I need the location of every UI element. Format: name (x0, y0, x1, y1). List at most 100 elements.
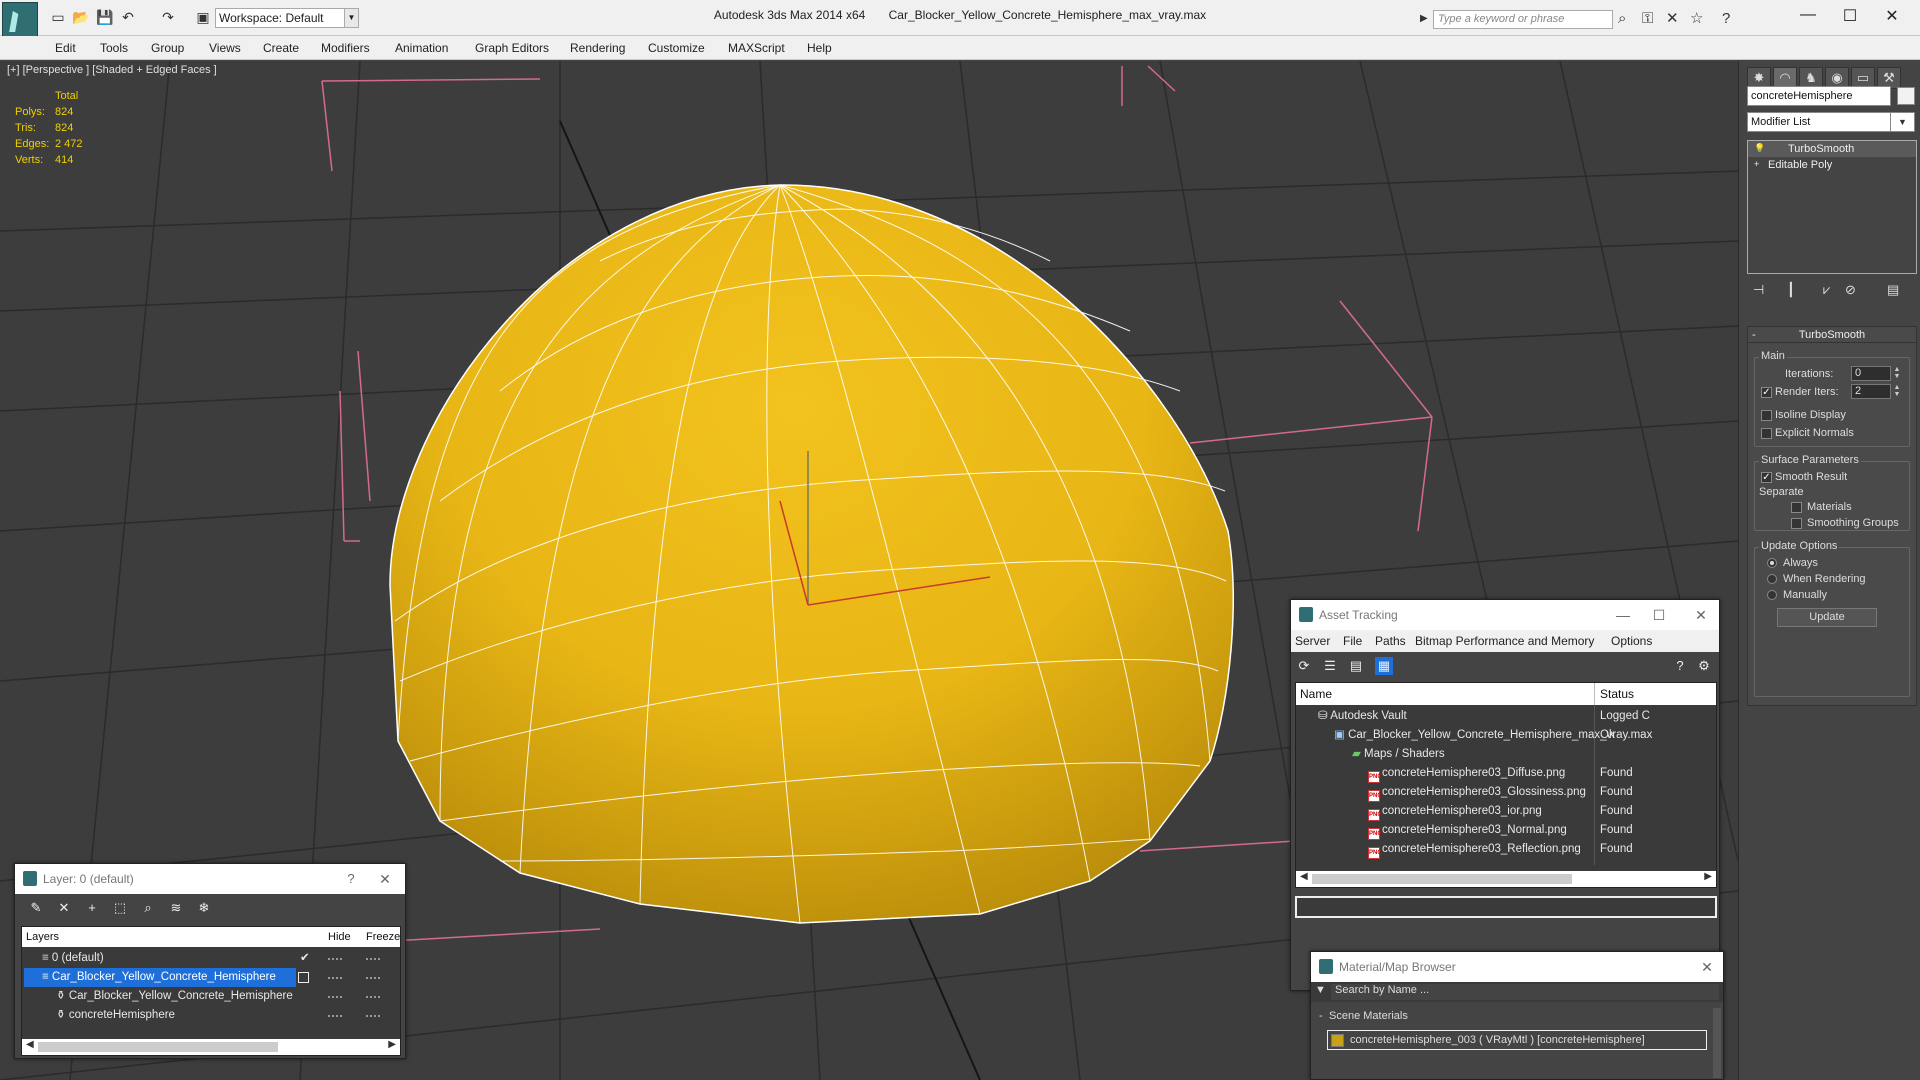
current-layer-check-icon[interactable]: ✔ (300, 949, 310, 968)
key-icon[interactable]: ⚿ (1642, 11, 1653, 27)
maximize-icon[interactable]: ☐ (1641, 600, 1677, 630)
add-to-layer-icon[interactable]: + (83, 899, 101, 917)
menu-group[interactable]: Group (151, 41, 184, 55)
communication-icon[interactable]: ✕ (1666, 11, 1679, 27)
smoothing-groups-checkbox[interactable] (1791, 518, 1802, 529)
hide-toggle[interactable] (328, 1015, 342, 1017)
scrollbar-thumb[interactable] (38, 1042, 278, 1052)
smooth-result-checkbox[interactable]: ✓ (1761, 472, 1772, 483)
table-row[interactable]: PNGconcreteHemisphere03_Diffuse.png Foun… (1296, 764, 1716, 783)
save-icon[interactable]: 💾 (96, 9, 113, 25)
table-row[interactable]: PNGconcreteHemisphere03_ior.png Found (1296, 802, 1716, 821)
menu-create[interactable]: Create (263, 41, 299, 55)
table-row[interactable]: ▰ Maps / Shaders (1296, 745, 1716, 764)
select-in-layer-icon[interactable]: ⬚ (111, 899, 129, 917)
update-button[interactable]: Update (1777, 608, 1877, 627)
table-row[interactable]: PNGconcreteHemisphere03_Reflection.png F… (1296, 840, 1716, 859)
menu-modifiers[interactable]: Modifiers (321, 41, 370, 55)
freeze-toggle[interactable] (366, 1015, 380, 1017)
spinner-arrows-icon[interactable]: ▲ ▼ (1893, 384, 1901, 399)
help-icon[interactable]: ? (1671, 657, 1689, 675)
freeze-toggle[interactable] (366, 958, 380, 960)
expand-plus-icon[interactable]: + (1754, 160, 1763, 169)
freeze-toggle[interactable] (366, 996, 380, 998)
modifier-list-dropdown[interactable]: Modifier List (1747, 112, 1891, 132)
new-layer-icon[interactable]: ✎ (27, 899, 45, 917)
column-hide[interactable]: Hide (328, 931, 351, 943)
horizontal-scrollbar[interactable]: ◀ ▶ (1296, 871, 1716, 887)
stack-item-turbosmooth[interactable]: 💡 TurboSmooth (1748, 141, 1916, 157)
dialog-title-bar[interactable]: Layer: 0 (default) ? ✕ (15, 864, 405, 894)
explicit-normals-checkbox[interactable] (1761, 428, 1772, 439)
remove-modifier-icon[interactable]: ⊘ (1845, 282, 1856, 298)
project-folder-icon[interactable]: ▣ (195, 9, 211, 25)
binoculars-icon[interactable]: ⌕ (1618, 11, 1626, 27)
column-layers[interactable]: Layers (26, 931, 59, 943)
menu-edit[interactable]: Edit (55, 41, 76, 55)
object-name-field[interactable]: concreteHemisphere (1747, 86, 1891, 106)
scrollbar-thumb[interactable] (1312, 874, 1572, 884)
horizontal-scrollbar[interactable]: ◀ ▶ (22, 1039, 400, 1055)
object-color-swatch[interactable] (1897, 87, 1915, 105)
show-end-result-icon[interactable]: ┃ (1787, 282, 1795, 298)
table-row[interactable]: PNGconcreteHemisphere03_Glossiness.png F… (1296, 783, 1716, 802)
menu-graph-editors[interactable]: Graph Editors (475, 41, 549, 55)
material-item[interactable]: concreteHemisphere_003 ( VRayMtl ) [conc… (1327, 1030, 1707, 1050)
menu-server[interactable]: Server (1295, 634, 1330, 648)
workspace-dropdown[interactable]: Workspace: Default (215, 8, 345, 28)
table-row[interactable]: PNGconcreteHemisphere03_Normal.png Found (1296, 821, 1716, 840)
table-view-icon[interactable]: ▦ (1375, 657, 1393, 675)
menu-maxscript[interactable]: MAXScript (728, 41, 785, 55)
hide-all-layers-icon[interactable]: ≋ (167, 899, 185, 917)
search-input[interactable]: Search by Name ... (1331, 984, 1719, 1000)
scroll-right-icon[interactable]: ▶ (1704, 871, 1712, 882)
table-row[interactable]: ⚱ Car_Blocker_Yellow_Concrete_Hemisphere (22, 987, 400, 1006)
list-view-icon[interactable]: ☰ (1321, 657, 1339, 675)
pin-stack-icon[interactable]: ⊣ (1753, 282, 1764, 298)
close-icon[interactable]: ✕ (1689, 952, 1725, 982)
redo-icon[interactable]: ↷ (160, 9, 176, 25)
highlight-layer-icon[interactable]: ⌕ (139, 899, 157, 917)
table-row[interactable]: ⚱ concreteHemisphere (22, 1006, 400, 1025)
settings-help-icon[interactable]: ⚙ (1695, 657, 1713, 675)
thumbnail-view-icon[interactable]: ▤ (1347, 657, 1365, 675)
menu-rendering[interactable]: Rendering (570, 41, 625, 55)
perspective-viewport[interactable]: [+] [Perspective ] [Shaded + Edged Faces… (0, 61, 1738, 1080)
app-menu-button[interactable] (2, 2, 38, 40)
column-status[interactable]: Status (1600, 687, 1634, 701)
refresh-icon[interactable]: ⟳ (1295, 657, 1313, 675)
hide-toggle[interactable] (328, 996, 342, 998)
hide-toggle[interactable] (328, 977, 342, 979)
menu-customize[interactable]: Customize (648, 41, 705, 55)
favorites-star-icon[interactable]: ☆ (1690, 11, 1703, 27)
set-current-layer-box[interactable] (298, 972, 309, 983)
undo-icon[interactable]: ↶ (120, 9, 136, 25)
minimize-icon[interactable]: — (1605, 600, 1641, 630)
collapse-icon[interactable]: - (1319, 1010, 1323, 1022)
filter-icon[interactable]: ▼ (1315, 984, 1326, 996)
menu-file[interactable]: File (1343, 634, 1362, 648)
table-row-selected[interactable]: ≡ Car_Blocker_Yellow_Concrete_Hemisphere (24, 968, 296, 987)
isoline-checkbox[interactable] (1761, 410, 1772, 421)
always-radio[interactable] (1767, 558, 1777, 568)
render-iters-checkbox[interactable]: ✓ (1761, 387, 1772, 398)
manually-radio[interactable] (1767, 590, 1777, 600)
menu-paths[interactable]: Paths (1375, 634, 1406, 648)
rollout-header[interactable]: - TurboSmooth (1748, 327, 1916, 343)
menu-animation[interactable]: Animation (395, 41, 448, 55)
close-icon[interactable]: ✕ (1683, 600, 1719, 630)
asset-path-field[interactable] (1295, 896, 1717, 918)
stack-item-editable-poly[interactable]: + Editable Poly (1748, 157, 1916, 173)
close-icon[interactable]: ✕ (1872, 6, 1912, 26)
chevron-down-icon[interactable]: ▼ (345, 8, 359, 28)
maximize-icon[interactable]: ☐ (1830, 6, 1870, 26)
menu-help[interactable]: Help (807, 41, 832, 55)
scene-materials-group[interactable]: - Scene Materials (1311, 1006, 1723, 1026)
open-file-icon[interactable]: 📂 (72, 9, 89, 25)
lightbulb-icon[interactable]: 💡 (1754, 144, 1765, 153)
table-row[interactable]: ⛁ Autodesk Vault Logged C (1296, 707, 1716, 726)
scroll-left-icon[interactable]: ◀ (26, 1039, 34, 1050)
search-input[interactable]: Type a keyword or phrase (1433, 10, 1613, 29)
table-row[interactable]: ▣ Car_Blocker_Yellow_Concrete_Hemisphere… (1296, 726, 1716, 745)
scroll-right-icon[interactable]: ▶ (388, 1039, 396, 1050)
